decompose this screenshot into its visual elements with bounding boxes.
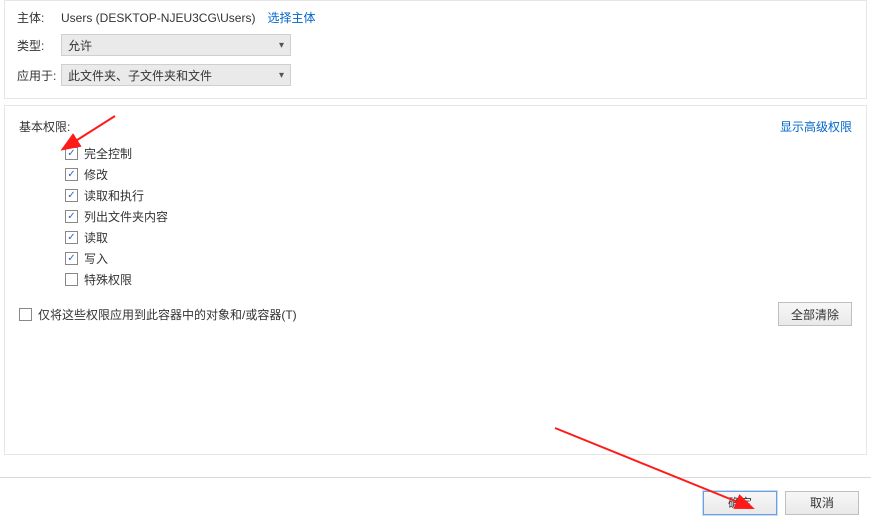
perm-label: 读取和执行 <box>84 187 144 204</box>
chevron-down-icon: ▾ <box>279 40 284 51</box>
perm-modify: 修改 <box>65 166 852 183</box>
permissions-panel: 基本权限: 显示高级权限 完全控制 修改 读取和执行 列出文件夹内容 读取 写入 <box>4 105 867 455</box>
perm-read-exec: 读取和执行 <box>65 187 852 204</box>
perm-special: 特殊权限 <box>65 271 852 288</box>
type-combobox-value: 允许 <box>68 37 92 54</box>
clear-all-button[interactable]: 全部清除 <box>778 302 852 326</box>
perm-list-folder: 列出文件夹内容 <box>65 208 852 225</box>
principal-label: 主体: <box>17 9 61 26</box>
applies-combobox[interactable]: 此文件夹、子文件夹和文件 ▾ <box>61 64 291 86</box>
perm-full-control-checkbox[interactable] <box>65 147 78 160</box>
permissions-header: 基本权限: 显示高级权限 <box>19 118 852 135</box>
perm-label: 完全控制 <box>84 145 132 162</box>
perm-special-checkbox[interactable] <box>65 273 78 286</box>
principal-panel: 主体: Users (DESKTOP-NJEU3CG\Users) 选择主体 类… <box>4 0 867 99</box>
type-label: 类型: <box>17 37 61 54</box>
perm-full-control: 完全控制 <box>65 145 852 162</box>
perm-modify-checkbox[interactable] <box>65 168 78 181</box>
perm-label: 特殊权限 <box>84 271 132 288</box>
ok-button[interactable]: 确定 <box>703 491 777 515</box>
chevron-down-icon: ▾ <box>279 70 284 81</box>
dialog-footer: 确定 取消 <box>0 477 871 527</box>
applies-combobox-value: 此文件夹、子文件夹和文件 <box>68 67 212 84</box>
perm-label: 列出文件夹内容 <box>84 208 168 225</box>
apply-row: 仅将这些权限应用到此容器中的对象和/或容器(T) 全部清除 <box>19 302 852 326</box>
apply-only-group: 仅将这些权限应用到此容器中的对象和/或容器(T) <box>19 306 297 323</box>
perm-read: 读取 <box>65 229 852 246</box>
perm-list-folder-checkbox[interactable] <box>65 210 78 223</box>
applies-row: 应用于: 此文件夹、子文件夹和文件 ▾ <box>17 64 854 86</box>
type-row: 类型: 允许 ▾ <box>17 34 854 56</box>
show-advanced-link[interactable]: 显示高级权限 <box>780 118 852 135</box>
apply-only-checkbox[interactable] <box>19 308 32 321</box>
principal-value: Users (DESKTOP-NJEU3CG\Users) <box>61 11 255 25</box>
applies-label: 应用于: <box>17 67 61 84</box>
perm-read-exec-checkbox[interactable] <box>65 189 78 202</box>
perm-label: 读取 <box>84 229 108 246</box>
principal-row: 主体: Users (DESKTOP-NJEU3CG\Users) 选择主体 <box>17 9 854 26</box>
perm-label: 写入 <box>84 250 108 267</box>
perm-read-checkbox[interactable] <box>65 231 78 244</box>
perm-label: 修改 <box>84 166 108 183</box>
permissions-list: 完全控制 修改 读取和执行 列出文件夹内容 读取 写入 特殊权限 <box>65 145 852 288</box>
select-principal-link[interactable]: 选择主体 <box>267 9 315 26</box>
perm-write: 写入 <box>65 250 852 267</box>
cancel-button[interactable]: 取消 <box>785 491 859 515</box>
apply-only-label: 仅将这些权限应用到此容器中的对象和/或容器(T) <box>38 306 297 323</box>
perm-write-checkbox[interactable] <box>65 252 78 265</box>
basic-permissions-label: 基本权限: <box>19 118 70 135</box>
type-combobox[interactable]: 允许 ▾ <box>61 34 291 56</box>
